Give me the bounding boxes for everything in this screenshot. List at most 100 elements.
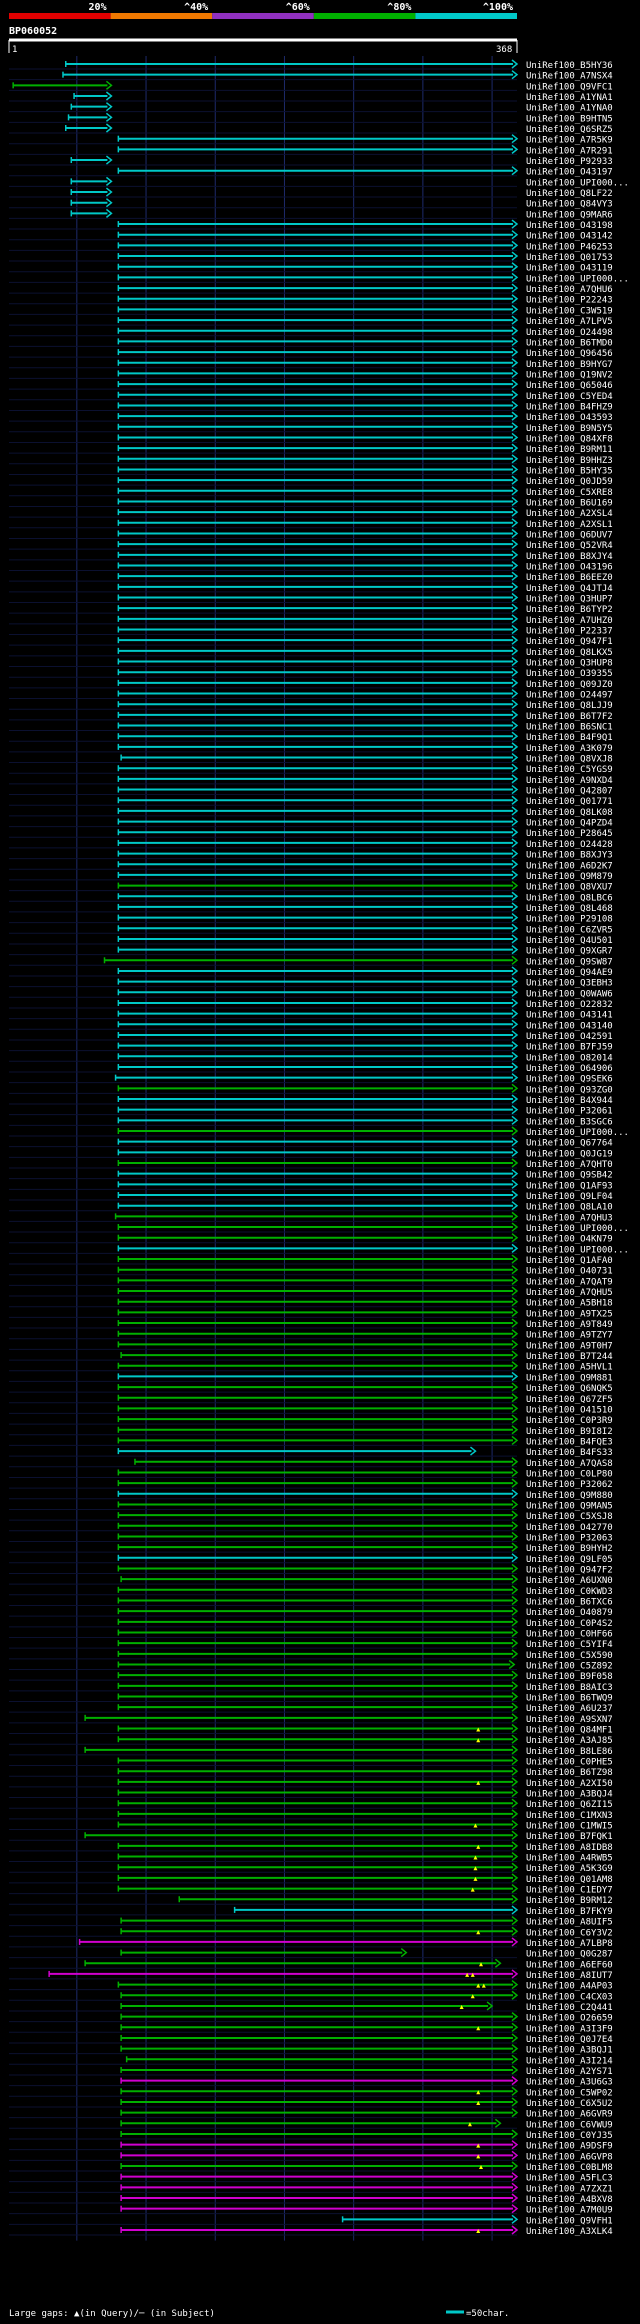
- hit-row[interactable]: UniRef100_A7M0U9: [9, 2204, 613, 2216]
- hit-label[interactable]: UniRef100_A7QHU5: [526, 1288, 613, 1298]
- hit-label[interactable]: UniRef100_C1MWI5: [526, 1822, 613, 1832]
- hit-row[interactable]: UniRef100_C0KWD3: [9, 1585, 613, 1597]
- hit-label[interactable]: UniRef100_B8LE86: [526, 1747, 613, 1757]
- hit-row[interactable]: UniRef100_A6UXN0: [9, 1574, 613, 1586]
- hit-label[interactable]: UniRef100_O40879: [526, 1608, 613, 1618]
- hit-row[interactable]: UniRef100_P22243: [9, 294, 613, 306]
- hit-label[interactable]: UniRef100_Q9SEK6: [526, 1075, 613, 1085]
- hit-label[interactable]: UniRef100_A9DSF9: [526, 2142, 613, 2152]
- hit-label[interactable]: UniRef100_B6U169: [526, 498, 613, 508]
- hit-label[interactable]: UniRef100_B4FQE3: [526, 1437, 613, 1447]
- hit-label[interactable]: UniRef100_C5YED4: [526, 392, 613, 402]
- hit-row[interactable]: UniRef100_B5HY35: [9, 464, 613, 476]
- hit-label[interactable]: UniRef100_A2YS71: [526, 2067, 613, 2077]
- hit-label[interactable]: UniRef100_B6EEZ0: [526, 573, 613, 583]
- hit-row[interactable]: UniRef100_P29108: [9, 913, 613, 925]
- hit-row[interactable]: UniRef100_Q4U501: [9, 934, 613, 946]
- hit-row[interactable]: UniRef100_A1YNA0: [9, 102, 613, 114]
- hit-label[interactable]: UniRef100_B9F058: [526, 1672, 613, 1682]
- hit-row[interactable]: UniRef100_Q1AF93: [9, 1179, 613, 1191]
- hit-label[interactable]: UniRef100_A9T849: [526, 1320, 613, 1330]
- hit-row[interactable]: UniRef100_A1YNA1: [9, 91, 613, 103]
- hit-label[interactable]: UniRef100_Q01753: [526, 253, 613, 263]
- hit-row[interactable]: UniRef100_A2XSL4: [9, 507, 613, 519]
- hit-row[interactable]: UniRef100_Q4PZD4: [9, 816, 613, 829]
- hit-row[interactable]: UniRef100_O43142: [9, 230, 613, 242]
- hit-row[interactable]: UniRef100_A2XI50: [9, 1777, 613, 1789]
- hit-row[interactable]: UniRef100_B4F9Q1: [9, 731, 613, 743]
- hit-label[interactable]: UniRef100_A2XSL1: [526, 520, 613, 530]
- hit-row[interactable]: UniRef100_Q9MAN5: [9, 1499, 613, 1511]
- hit-label[interactable]: UniRef100_C1MXN3: [526, 1811, 613, 1821]
- hit-row[interactable]: UniRef100_Q42807: [9, 784, 613, 797]
- hit-label[interactable]: UniRef100_C5YGS9: [526, 765, 613, 775]
- hit-row[interactable]: UniRef100_C4CX03: [9, 1990, 613, 2002]
- hit-label[interactable]: UniRef100_UPI000...: [526, 1245, 629, 1255]
- hit-row[interactable]: UniRef100_B9HHZ3: [9, 454, 613, 466]
- hit-row[interactable]: UniRef100_C6Y3V2: [9, 1926, 613, 1938]
- hit-label[interactable]: UniRef100_B9N5Y5: [526, 424, 613, 434]
- hit-label[interactable]: UniRef100_Q8LA10: [526, 1203, 613, 1213]
- hit-row[interactable]: UniRef100_A7QHT0: [9, 1158, 613, 1170]
- hit-row[interactable]: UniRef100_Q9LF04: [9, 1190, 613, 1202]
- hit-row[interactable]: UniRef100_A9SXN7: [9, 1713, 613, 1725]
- hit-row[interactable]: UniRef100_B7T244: [9, 1350, 613, 1362]
- hit-label[interactable]: UniRef100_C6VWU9: [526, 2120, 613, 2130]
- hit-label[interactable]: UniRef100_C1EDY7: [526, 1886, 613, 1896]
- hit-label[interactable]: UniRef100_P92933: [526, 157, 613, 167]
- hit-label[interactable]: UniRef100_A8UIF5: [526, 1918, 613, 1928]
- hit-label[interactable]: UniRef100_B9HYG7: [526, 360, 613, 370]
- hit-label[interactable]: UniRef100_B6TMD0: [526, 338, 613, 348]
- hit-label[interactable]: UniRef100_Q947F2: [526, 1565, 613, 1575]
- hit-label[interactable]: UniRef100_Q8L468: [526, 904, 613, 914]
- hit-row[interactable]: UniRef100_O42770: [9, 1521, 613, 1533]
- hit-row[interactable]: UniRef100_A3I3F9: [9, 2022, 613, 2034]
- hit-row[interactable]: UniRef100_O26659: [9, 2012, 613, 2024]
- hit-label[interactable]: UniRef100_Q9M879: [526, 872, 613, 882]
- hit-label[interactable]: UniRef100_A7R5K9: [526, 136, 613, 146]
- hit-label[interactable]: UniRef100_Q84MF1: [526, 1726, 613, 1736]
- hit-label[interactable]: UniRef100_A7QHU3: [526, 1213, 613, 1223]
- hit-label[interactable]: UniRef100_A3I3F9: [526, 2024, 613, 2034]
- hit-label[interactable]: UniRef100_C6Y3V2: [526, 1928, 613, 1938]
- hit-label[interactable]: UniRef100_Q9LF05: [526, 1555, 613, 1565]
- hit-row[interactable]: UniRef100_A5FLC3: [9, 2172, 613, 2184]
- hit-label[interactable]: UniRef100_O39355: [526, 669, 613, 679]
- hit-row[interactable]: UniRef100_A7ZXZ1: [9, 2182, 613, 2194]
- hit-row[interactable]: UniRef100_C0HF66: [9, 1627, 613, 1639]
- hit-label[interactable]: UniRef100_A4RWB5: [526, 1854, 613, 1864]
- hit-row[interactable]: UniRef100_B6U169: [9, 496, 613, 508]
- hit-row[interactable]: UniRef100_A6U237: [9, 1702, 613, 1714]
- hit-row[interactable]: UniRef100_Q0G287: [9, 1948, 613, 1960]
- hit-label[interactable]: UniRef100_Q3EBH3: [526, 979, 613, 989]
- hit-row[interactable]: UniRef100_B9HYG7: [9, 358, 613, 370]
- hit-label[interactable]: UniRef100_C5WP02: [526, 2088, 613, 2098]
- hit-row[interactable]: UniRef100_Q09JZ0: [9, 678, 613, 690]
- hit-row[interactable]: UniRef100_C5XRE8: [9, 486, 613, 498]
- hit-label[interactable]: UniRef100_B4FS33: [526, 1448, 613, 1458]
- hit-row[interactable]: UniRef100_B5HY36: [9, 59, 613, 71]
- hit-label[interactable]: UniRef100_B5HY36: [526, 61, 613, 71]
- hit-row[interactable]: UniRef100_A4RWB5: [9, 1851, 613, 1864]
- hit-label[interactable]: UniRef100_Q93ZG0: [526, 1085, 613, 1095]
- hit-row[interactable]: UniRef100_C5YGS9: [9, 763, 613, 775]
- hit-row[interactable]: UniRef100_A3U6G3: [9, 2076, 613, 2088]
- hit-row[interactable]: UniRef100_B6T7F2: [9, 710, 613, 722]
- hit-row[interactable]: UniRef100_O43593: [9, 411, 613, 423]
- hit-label[interactable]: UniRef100_C5X590: [526, 1651, 613, 1661]
- hit-label[interactable]: UniRef100_B7T244: [526, 1352, 613, 1362]
- hit-row[interactable]: UniRef100_A9DSF9: [9, 2140, 613, 2152]
- hit-row[interactable]: UniRef100_Q8L468: [9, 902, 613, 914]
- hit-row[interactable]: UniRef100_O43197: [9, 166, 613, 178]
- hit-label[interactable]: UniRef100_A7QAT9: [526, 1277, 613, 1287]
- hit-label[interactable]: UniRef100_A1YNA0: [526, 104, 613, 114]
- hit-row[interactable]: UniRef100_UPI000...: [9, 272, 629, 284]
- hit-label[interactable]: UniRef100_C0KWD3: [526, 1587, 613, 1597]
- hit-row[interactable]: UniRef100_C0P3R9: [9, 1414, 613, 1426]
- hit-row[interactable]: UniRef100_A5K3G9: [9, 1862, 613, 1874]
- hit-row[interactable]: UniRef100_Q65046: [9, 379, 613, 391]
- hit-label[interactable]: UniRef100_Q84XF8: [526, 434, 613, 444]
- hit-label[interactable]: UniRef100_Q6SRZ5: [526, 125, 613, 135]
- hit-row[interactable]: UniRef100_A4BXV8: [9, 2193, 613, 2205]
- hit-label[interactable]: UniRef100_Q6NQK5: [526, 1384, 613, 1394]
